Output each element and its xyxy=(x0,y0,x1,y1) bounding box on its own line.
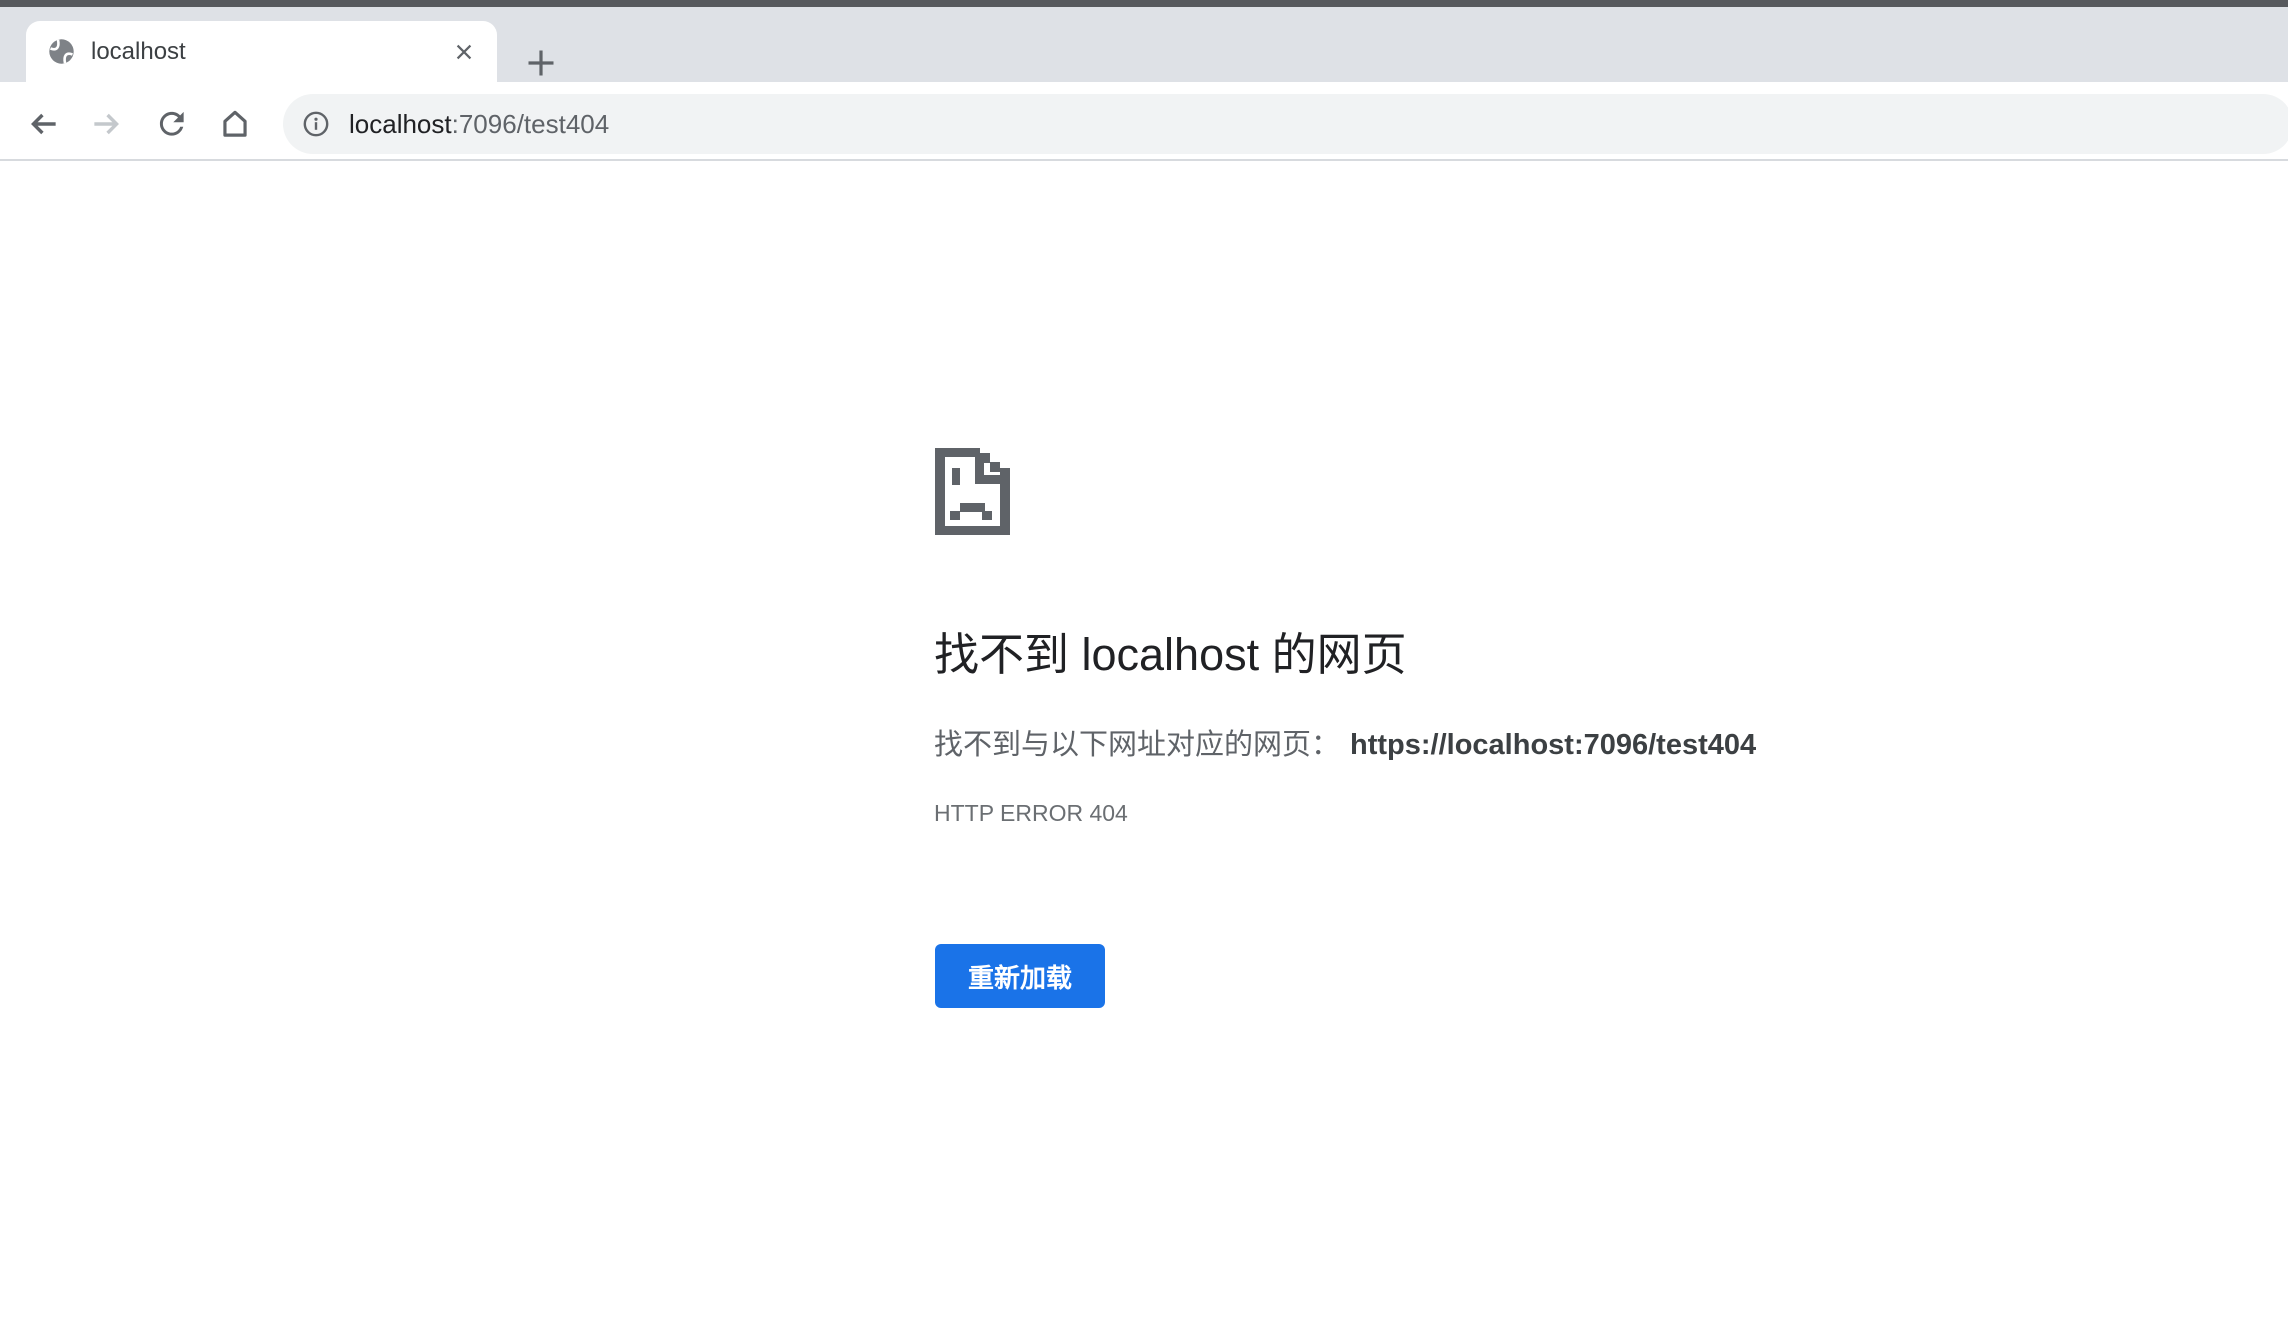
new-tab-icon xyxy=(528,50,554,76)
info-icon[interactable] xyxy=(303,111,329,137)
http-error-code: HTTP ERROR 404 xyxy=(934,800,1128,826)
requested-url: https://localhost:7096/test404 xyxy=(1350,729,1757,761)
url-text: localhost:7096/test404 xyxy=(349,109,609,140)
home-icon xyxy=(223,110,247,137)
sad-file-icon xyxy=(935,448,1010,535)
url-path: :7096/test404 xyxy=(451,108,610,139)
globe-favicon-icon xyxy=(49,39,74,64)
forward-button[interactable] xyxy=(86,104,126,144)
error-message-text: 找不到与以下网址对应的网页： xyxy=(934,729,1341,761)
url-host: localhost xyxy=(349,108,452,139)
new-tab-button[interactable] xyxy=(522,44,560,82)
close-icon xyxy=(456,44,472,59)
reload-button[interactable] xyxy=(152,104,192,144)
tab-localhost[interactable]: localhost xyxy=(26,21,497,82)
back-icon xyxy=(31,113,56,135)
tab-close-button[interactable] xyxy=(449,37,479,67)
browser-window: localhost localhost:7096/test404 找不到 loc… xyxy=(0,0,2288,1332)
address-bar[interactable]: localhost:7096/test404 xyxy=(283,94,2288,154)
home-button[interactable] xyxy=(215,104,255,144)
reload-icon xyxy=(159,111,184,136)
page-reload-button[interactable]: 重新加载 xyxy=(935,944,1105,1008)
error-heading: 找不到 localhost 的网页 xyxy=(934,629,1407,680)
browser-toolbar: localhost:7096/test404 xyxy=(0,82,2288,161)
back-button[interactable] xyxy=(24,104,64,144)
window-top-edge xyxy=(0,0,2288,7)
tab-strip: localhost xyxy=(0,7,2288,82)
forward-icon xyxy=(94,113,119,135)
error-page-content: 找不到 localhost 的网页 找不到与以下网址对应的网页： https://… xyxy=(0,163,2288,1332)
error-message: 找不到与以下网址对应的网页： https://localhost:7096/tes… xyxy=(934,728,1756,763)
tab-title: localhost xyxy=(91,37,186,65)
